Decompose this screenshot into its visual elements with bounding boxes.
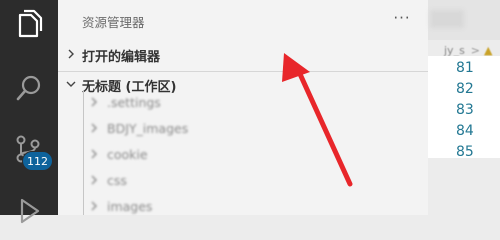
run-debug-icon[interactable] (10, 192, 48, 230)
explorer-icon[interactable] (10, 6, 48, 44)
tree-item-label: css (107, 173, 127, 188)
open-editors-section[interactable]: 打开的编辑器 (58, 42, 428, 68)
tree-item-label: BDJY_images (107, 121, 189, 136)
tree-item-images[interactable]: images (58, 194, 428, 220)
open-editors-label: 打开的编辑器 (82, 50, 161, 65)
more-actions-button[interactable]: ··· (390, 8, 414, 28)
chevron-right-icon (88, 148, 100, 160)
source-control-badge: 112 (22, 151, 53, 171)
explorer-title: 资源管理器 (82, 15, 145, 30)
tree-item-cookie[interactable]: cookie (58, 142, 428, 168)
chevron-down-icon (64, 77, 78, 91)
chevron-right-icon (88, 96, 100, 108)
tree-item-label: images (107, 199, 153, 214)
chevron-right-icon (64, 47, 78, 61)
tree-item-bdjy-images[interactable]: BDJY_images (58, 116, 428, 142)
chevron-right-icon (88, 174, 100, 186)
line-number: 83 (456, 102, 474, 118)
line-number: 85 (456, 144, 474, 160)
tree-item-label: cookie (107, 147, 148, 162)
tree-item-css[interactable]: css (58, 168, 428, 194)
editor-tab-strip (428, 0, 500, 40)
search-icon[interactable] (10, 70, 48, 108)
code-area[interactable]: 81 82 83 84 85 (428, 56, 500, 160)
editor-tab[interactable] (430, 10, 464, 28)
line-number: 82 (456, 81, 474, 97)
tree-item-label: .settings (107, 95, 161, 110)
tree-item-settings[interactable]: .settings (58, 90, 428, 116)
activity-bar: 112 (0, 0, 58, 224)
line-number: 81 (456, 60, 474, 76)
explorer-sidebar: 资源管理器 ··· 打开的编辑器 无标题 (工作区) .settings BDJ… (58, 0, 428, 215)
chevron-right-icon (88, 122, 100, 134)
line-number: 84 (456, 123, 474, 139)
chevron-right-icon (88, 200, 100, 212)
editor-pane: jy_s > ▲ 81 82 83 84 85 (428, 0, 500, 215)
